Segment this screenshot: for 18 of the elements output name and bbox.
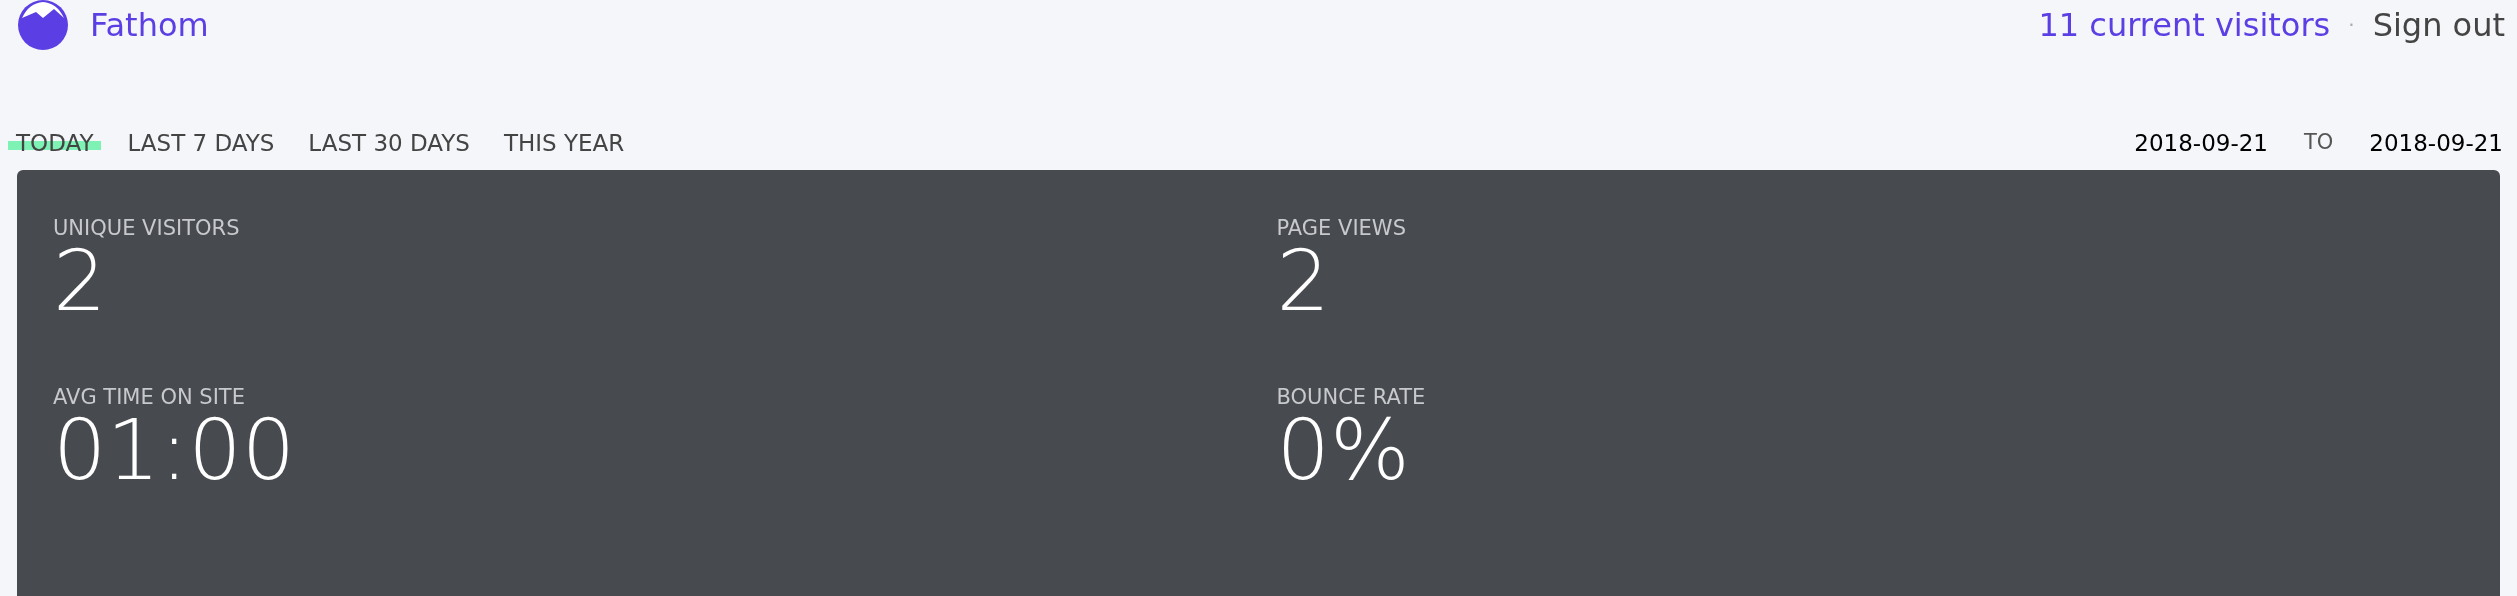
stat-value: 0% <box>1276 408 1410 492</box>
current-visitors-link[interactable]: 11 current visitors <box>2038 1 2331 49</box>
stat-label: BOUNCE RATE <box>1276 387 1426 408</box>
end-date[interactable]: 2018-09-21 <box>2369 125 2503 160</box>
stat-value: 2 <box>1276 239 1330 323</box>
stat-value: 01:00 <box>53 408 296 492</box>
stat-label: AVG TIME ON SITE <box>53 387 245 408</box>
sign-out-link[interactable]: Sign out <box>2372 1 2505 49</box>
brand-name[interactable]: Fathom <box>90 1 209 49</box>
start-date[interactable]: 2018-09-21 <box>2134 125 2268 160</box>
to-label: TO <box>2303 129 2334 156</box>
separator-dot: · <box>2348 12 2355 39</box>
stat-label: PAGE VIEWS <box>1276 218 1406 239</box>
date-range-tab[interactable]: LAST 30 DAYS <box>300 125 478 160</box>
stat-value: 2 <box>53 239 107 323</box>
date-range-tab[interactable]: THIS YEAR <box>495 125 633 160</box>
stat-label: UNIQUE VISITORS <box>53 218 240 239</box>
date-range-tab[interactable]: LAST 7 DAYS <box>119 125 283 160</box>
